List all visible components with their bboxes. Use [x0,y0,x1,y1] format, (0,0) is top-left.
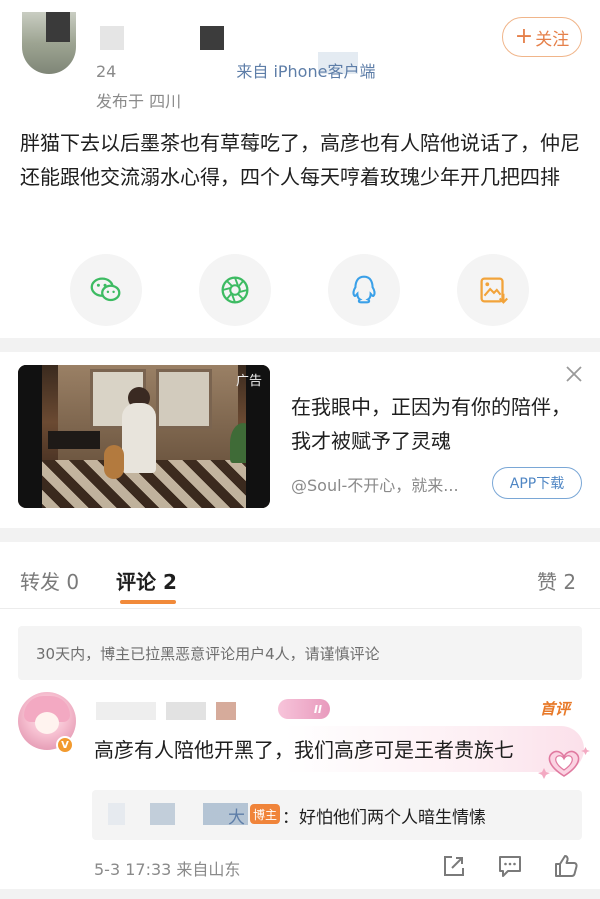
tab-repost[interactable]: 转发 0 [20,566,79,595]
share-moments-button[interactable] [199,254,271,326]
moments-icon [221,276,249,304]
reply-text[interactable]: ：好怕他们两个人暗生情愫 [282,803,486,828]
close-icon[interactable] [564,364,584,384]
follow-label: 关注 [535,29,570,50]
post-location: 发布于 四川 [96,92,182,111]
post-date: 24 [96,62,117,81]
first-comment-badge: 首评 [540,700,571,718]
fan-level-badge: II [278,699,330,719]
ad-card[interactable]: 广告 在我眼中，正因为有你的陪伴，我才被赋予了灵魂 @Soul-不开心，就来..… [0,352,600,520]
wechat-icon [90,277,121,302]
author-name-redacted [100,26,124,50]
author-name-redacted [200,26,224,50]
ad-title[interactable]: 在我眼中，正因为有你的陪伴，我才被赋予了灵魂 [291,390,571,458]
ad-download-button[interactable]: APP下载 [492,467,582,499]
save-image-button[interactable] [457,254,529,326]
active-tab-indicator [120,600,176,604]
share-wechat-button[interactable] [70,254,142,326]
comment-icon [499,856,521,877]
like-comment-button[interactable] [552,852,580,880]
author-avatar[interactable] [22,12,76,74]
save-image-icon [480,277,508,304]
share-row [0,254,600,326]
reply-author-name[interactable]: 大 [228,803,245,828]
qq-icon [352,275,376,304]
commenter-name-redacted[interactable] [96,702,296,720]
comment-notice: 30天内，博主已拉黑恶意评论用户4人，请谨慎评论 [18,626,582,680]
comment-timestamp: 5-3 17:33 来自山东 [94,856,240,880]
comment-location: 来自山东 [176,860,241,879]
tab-likes[interactable]: 赞 2 [537,566,576,595]
comment-text[interactable]: 高彦有人陪他开黑了，我们高彦可是王者贵族七 [94,734,544,763]
share-qq-button[interactable] [328,254,400,326]
follow-button[interactable]: + 关注 [502,17,582,57]
post-body: 胖猫下去以后墨茶也有草莓吃了，高彦也有人陪他说话了，仲尼还能跟他交流溺水心得，四… [20,131,580,189]
section-divider [0,338,600,352]
share-icon [444,856,464,876]
verified-badge-icon: V [56,736,74,754]
post-client: 来自 iPhone客户端 [236,62,376,81]
ad-video-thumbnail[interactable]: 广告 [18,365,270,508]
post-meta: 24 来自 iPhone客户端 [96,58,375,82]
bottom-divider [0,889,600,899]
interaction-tabs: 转发 0 评论 2 赞 2 [0,548,600,608]
post-header: 24 来自 iPhone客户端 发布于 四川 + 关注 [0,0,600,115]
section-divider [0,528,600,542]
divider [0,608,600,609]
thumbs-up-icon [555,855,578,877]
reply-comment-button[interactable] [496,852,524,880]
tab-comments[interactable]: 评论 2 [116,566,177,595]
plus-icon: + [514,24,534,49]
comment-time: 5-3 17:33 [94,860,172,879]
reply-author-redacted[interactable] [108,803,248,825]
repost-comment-button[interactable] [440,852,468,880]
heart-decoration-icon [538,747,590,779]
ad-tag: 广告 [235,374,262,389]
owner-badge: 博主 [250,804,280,824]
ad-source[interactable]: @Soul-不开心，就来... [291,472,481,496]
